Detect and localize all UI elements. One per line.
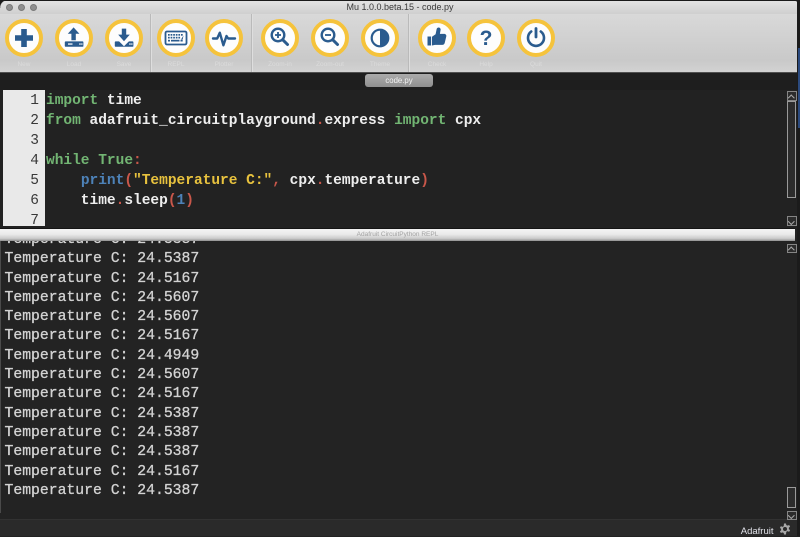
svg-text:?: ? xyxy=(480,27,493,50)
